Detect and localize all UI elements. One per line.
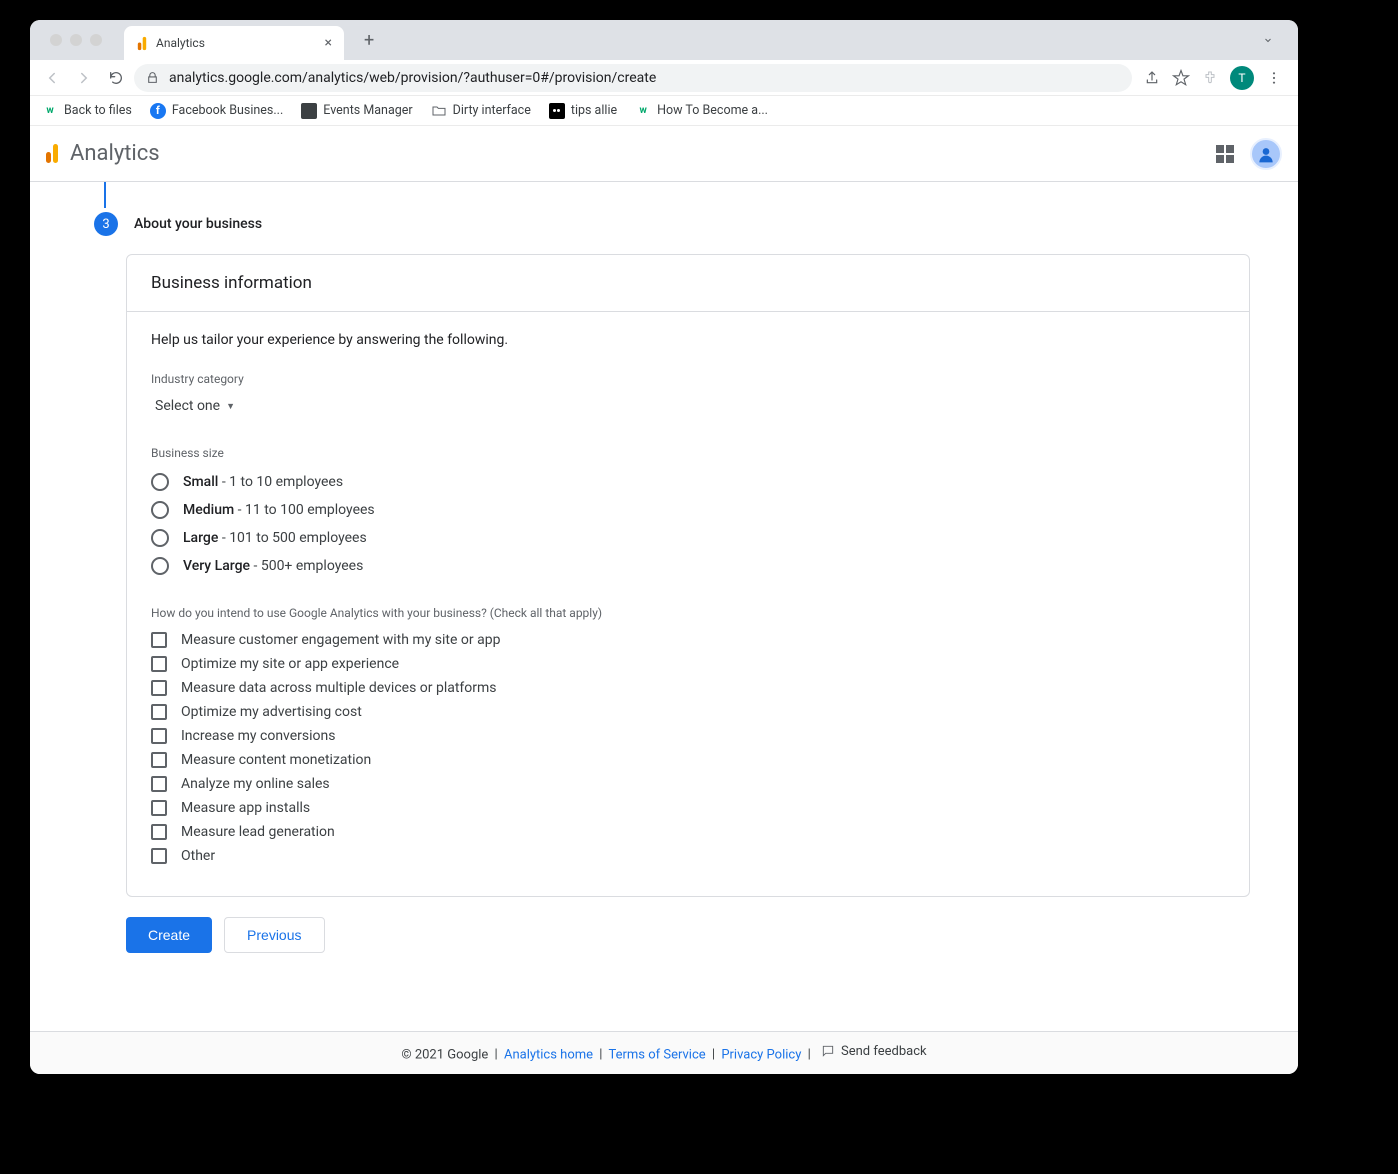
checkbox-icon xyxy=(151,728,167,744)
bookmark-icon: w xyxy=(635,103,651,119)
browser-window: Analytics × + analytics.google.com/analy… xyxy=(30,20,1298,1074)
checkbox-icon xyxy=(151,776,167,792)
checkbox-icon xyxy=(151,656,167,672)
checkbox-item[interactable]: Optimize my advertising cost xyxy=(151,700,1225,724)
checkbox-item[interactable]: Measure data across multiple devices or … xyxy=(151,676,1225,700)
apps-icon[interactable] xyxy=(1216,145,1234,163)
url-text: analytics.google.com/analytics/web/provi… xyxy=(169,70,656,86)
industry-label: Industry category xyxy=(151,372,1225,386)
chevron-down-icon: ▼ xyxy=(226,401,235,412)
share-icon[interactable] xyxy=(1144,70,1160,86)
privacy-link[interactable]: Privacy Policy xyxy=(721,1047,801,1062)
bookmark-item[interactable]: Events Manager xyxy=(301,103,412,119)
checkbox-icon xyxy=(151,824,167,840)
bookmark-item[interactable]: tips allie xyxy=(549,103,617,119)
radio-icon xyxy=(151,473,169,491)
checkbox-item[interactable]: Measure content monetization xyxy=(151,748,1225,772)
radio-large[interactable]: Large - 101 to 500 employees xyxy=(151,524,1225,552)
back-button[interactable] xyxy=(38,64,66,92)
analytics-logo xyxy=(46,144,58,163)
radio-small[interactable]: Small - 1 to 10 employees xyxy=(151,468,1225,496)
tab-dropdown[interactable] xyxy=(1262,34,1290,46)
forward-button[interactable] xyxy=(70,64,98,92)
bookmark-item[interactable]: f Facebook Busines... xyxy=(150,103,283,119)
intent-label: How do you intend to use Google Analytic… xyxy=(151,606,1225,620)
checkbox-item[interactable]: Other xyxy=(151,844,1225,868)
feedback-icon xyxy=(821,1044,835,1058)
content-area: 3 About your business Business informati… xyxy=(30,182,1298,1031)
send-feedback-button[interactable]: Send feedback xyxy=(821,1044,927,1059)
checkbox-icon xyxy=(151,800,167,816)
star-icon[interactable] xyxy=(1172,69,1190,87)
checkbox-item[interactable]: Optimize my site or app experience xyxy=(151,652,1225,676)
app-title: Analytics xyxy=(70,141,160,166)
browser-tab[interactable]: Analytics × xyxy=(124,26,344,60)
window-controls[interactable] xyxy=(38,34,114,46)
reload-button[interactable] xyxy=(102,64,130,92)
bookmark-item[interactable]: w How To Become a... xyxy=(635,103,768,119)
tab-title: Analytics xyxy=(156,36,205,50)
bookmark-item[interactable]: Dirty interface xyxy=(431,103,531,119)
bookmark-icon xyxy=(549,103,565,119)
minimize-dot[interactable] xyxy=(70,34,82,46)
step-number-badge: 3 xyxy=(94,212,118,236)
address-bar: analytics.google.com/analytics/web/provi… xyxy=(30,60,1298,96)
menu-icon[interactable] xyxy=(1266,70,1282,86)
industry-dropdown[interactable]: Select one ▼ xyxy=(151,392,1225,420)
checkbox-item[interactable]: Increase my conversions xyxy=(151,724,1225,748)
create-button[interactable]: Create xyxy=(126,917,212,953)
copyright: © 2021 Google xyxy=(401,1047,488,1062)
user-avatar[interactable] xyxy=(1250,138,1282,170)
radio-icon xyxy=(151,557,169,575)
checkbox-item[interactable]: Measure app installs xyxy=(151,796,1225,820)
checkbox-icon xyxy=(151,632,167,648)
step-title: About your business xyxy=(134,216,262,232)
checkbox-icon xyxy=(151,752,167,768)
radio-icon xyxy=(151,529,169,547)
new-tab-button[interactable]: + xyxy=(356,26,382,55)
intent-group: Measure customer engagement with my site… xyxy=(151,628,1225,868)
action-buttons: Create Previous xyxy=(126,917,1298,953)
footer: © 2021 Google | Analytics home | Terms o… xyxy=(30,1031,1298,1075)
maximize-dot[interactable] xyxy=(90,34,102,46)
previous-button[interactable]: Previous xyxy=(224,917,324,953)
bookmark-icon xyxy=(301,103,317,119)
close-tab-icon[interactable]: × xyxy=(325,35,332,51)
card-intro: Help us tailor your experience by answer… xyxy=(151,332,1225,348)
app-header: Analytics xyxy=(30,126,1298,182)
folder-icon xyxy=(431,103,447,119)
business-size-label: Business size xyxy=(151,446,1225,460)
checkbox-item[interactable]: Analyze my online sales xyxy=(151,772,1225,796)
checkbox-icon xyxy=(151,704,167,720)
bookmark-item[interactable]: w Back to files xyxy=(42,103,132,119)
business-info-card: Business information Help us tailor your… xyxy=(126,254,1250,897)
url-field[interactable]: analytics.google.com/analytics/web/provi… xyxy=(134,64,1132,92)
close-dot[interactable] xyxy=(50,34,62,46)
bookmarks-bar: w Back to files f Facebook Busines... Ev… xyxy=(30,96,1298,126)
radio-very-large[interactable]: Very Large - 500+ employees xyxy=(151,552,1225,580)
checkbox-item[interactable]: Measure customer engagement with my site… xyxy=(151,628,1225,652)
radio-icon xyxy=(151,501,169,519)
extensions-icon[interactable] xyxy=(1202,70,1218,86)
lock-icon xyxy=(146,71,159,84)
analytics-favicon xyxy=(138,36,146,49)
step-header: 3 About your business xyxy=(66,182,1298,254)
checkbox-icon xyxy=(151,680,167,696)
business-size-group: Small - 1 to 10 employees Medium - 11 to… xyxy=(151,468,1225,580)
card-title: Business information xyxy=(127,255,1249,312)
facebook-icon: f xyxy=(150,103,166,119)
step-connector xyxy=(104,182,106,208)
checkbox-icon xyxy=(151,848,167,864)
checkbox-item[interactable]: Measure lead generation xyxy=(151,820,1225,844)
radio-medium[interactable]: Medium - 11 to 100 employees xyxy=(151,496,1225,524)
bookmark-icon: w xyxy=(42,103,58,119)
analytics-home-link[interactable]: Analytics home xyxy=(504,1047,593,1062)
tab-bar: Analytics × + xyxy=(30,20,1298,60)
profile-avatar[interactable]: T xyxy=(1230,66,1254,90)
tos-link[interactable]: Terms of Service xyxy=(608,1047,705,1062)
